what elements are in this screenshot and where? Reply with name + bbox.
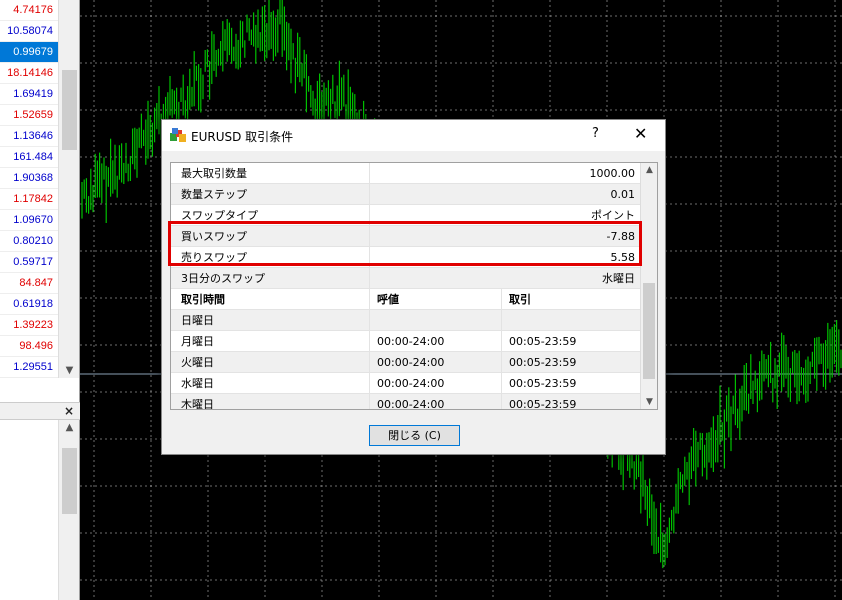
- session-quotes: 00:00-24:00: [377, 398, 445, 410]
- market-watch-panel: 4.74176 10.58074 0.99679 18.14146 1.69419 1.5…: [0, 0, 80, 600]
- scrollbar-thumb[interactable]: [643, 283, 655, 379]
- price-row[interactable]: 84.847: [0, 273, 58, 294]
- price-row[interactable]: 1.09670: [0, 210, 58, 231]
- price-row[interactable]: 1.90368: [0, 168, 58, 189]
- property-name: 3日分のスワップ: [181, 272, 265, 285]
- price-row[interactable]: 0.61918: [0, 294, 58, 315]
- price-row[interactable]: 10.58074: [0, 21, 58, 42]
- close-button[interactable]: ✕: [634, 124, 647, 143]
- column-divider: [501, 331, 502, 352]
- session-row[interactable]: 水曜日 00:00-24:00 00:05-23:59: [171, 373, 641, 394]
- scrollbar-thumb[interactable]: [62, 448, 77, 514]
- session-day: 火曜日: [181, 356, 214, 369]
- session-trades: 00:05-23:59: [509, 335, 577, 348]
- price-row[interactable]: 4.74176: [0, 0, 58, 21]
- session-trades: 00:05-23:59: [509, 398, 577, 410]
- price-row[interactable]: 1.69419: [0, 84, 58, 105]
- close-dialog-button[interactable]: 閉じる (C): [369, 425, 460, 446]
- dialog-title: EURUSD 取引条件: [191, 130, 294, 144]
- swap-highlight-box: [168, 221, 642, 266]
- help-button[interactable]: ?: [592, 126, 599, 141]
- session-row[interactable]: 日曜日: [171, 310, 641, 331]
- scrollbar-thumb[interactable]: [62, 70, 77, 150]
- column-header: 取引時間: [181, 293, 225, 306]
- market-watch-scrollbar[interactable]: ▼: [58, 0, 79, 378]
- column-divider: [369, 163, 370, 184]
- price-row[interactable]: 1.17842: [0, 189, 58, 210]
- session-trades: 00:05-23:59: [509, 356, 577, 369]
- property-value: 1000.00: [589, 167, 636, 180]
- column-divider: [501, 310, 502, 331]
- chevron-up-icon[interactable]: ▲: [59, 422, 80, 433]
- column-divider: [369, 289, 370, 310]
- dialog-titlebar[interactable]: EURUSD 取引条件 ? ✕: [162, 120, 665, 151]
- column-divider: [369, 331, 370, 352]
- column-divider: [369, 268, 370, 289]
- property-value: 0.01: [610, 188, 636, 201]
- price-row[interactable]: 161.484: [0, 147, 58, 168]
- session-day: 水曜日: [181, 377, 214, 390]
- property-value: 水曜日: [602, 272, 635, 285]
- price-row[interactable]: 0.80210: [0, 231, 58, 252]
- specification-grid: 最大取引数量 1000.00 数量ステップ 0.01 スワップタイプ ポイント 買いスワップ…: [170, 162, 658, 410]
- property-row[interactable]: 数量ステップ 0.01: [171, 184, 641, 205]
- column-divider: [501, 352, 502, 373]
- chevron-up-icon[interactable]: ▲: [641, 165, 657, 175]
- column-divider: [369, 352, 370, 373]
- terminal-icon: [170, 128, 186, 142]
- column-header: 取引: [509, 293, 531, 306]
- session-quotes: 00:00-24:00: [377, 356, 445, 369]
- price-row[interactable]: 18.14146: [0, 63, 58, 84]
- property-row[interactable]: 最大取引数量 1000.00: [171, 163, 641, 184]
- column-divider: [369, 394, 370, 409]
- grid-scrollbar[interactable]: ▲ ▼: [640, 163, 657, 409]
- session-row[interactable]: 火曜日 00:00-24:00 00:05-23:59: [171, 352, 641, 373]
- property-name: 数量ステップ: [181, 188, 247, 201]
- session-row[interactable]: 月曜日 00:00-24:00 00:05-23:59: [171, 331, 641, 352]
- price-row[interactable]: 1.29551: [0, 357, 58, 378]
- navigator-header: ×: [0, 402, 80, 420]
- chevron-down-icon[interactable]: ▼: [641, 397, 657, 407]
- column-divider: [369, 310, 370, 331]
- symbol-properties-dialog: EURUSD 取引条件 ? ✕ 最大取引数量 1000.00 数量ステップ 0.01 ス…: [161, 119, 666, 455]
- session-quotes: 00:00-24:00: [377, 335, 445, 348]
- price-row[interactable]: 1.52659: [0, 105, 58, 126]
- session-quotes: 00:00-24:00: [377, 377, 445, 390]
- session-trades: 00:05-23:59: [509, 377, 577, 390]
- session-row[interactable]: 木曜日 00:00-24:00 00:05-23:59: [171, 394, 641, 410]
- chevron-down-icon[interactable]: ▼: [59, 365, 80, 376]
- price-row[interactable]: 0.59717: [0, 252, 58, 273]
- column-divider: [501, 289, 502, 310]
- sessions-header-row: 取引時間 呼値 取引: [171, 289, 641, 310]
- session-day: 月曜日: [181, 335, 214, 348]
- close-icon[interactable]: ×: [64, 404, 74, 418]
- price-row[interactable]: 98.496: [0, 336, 58, 357]
- price-list: 4.74176 10.58074 0.99679 18.14146 1.69419 1.5…: [0, 0, 58, 378]
- property-row[interactable]: 3日分のスワップ 水曜日: [171, 268, 641, 289]
- price-row[interactable]: 0.99679: [0, 42, 58, 63]
- column-divider: [501, 373, 502, 394]
- price-row[interactable]: 1.13646: [0, 126, 58, 147]
- property-name: 最大取引数量: [181, 167, 247, 180]
- column-divider: [501, 394, 502, 409]
- column-header: 呼値: [377, 293, 399, 306]
- navigator-scrollbar[interactable]: ▲: [58, 420, 79, 600]
- column-divider: [369, 184, 370, 205]
- session-day: 木曜日: [181, 398, 214, 410]
- session-day: 日曜日: [181, 314, 214, 327]
- price-row[interactable]: 1.39223: [0, 315, 58, 336]
- column-divider: [369, 373, 370, 394]
